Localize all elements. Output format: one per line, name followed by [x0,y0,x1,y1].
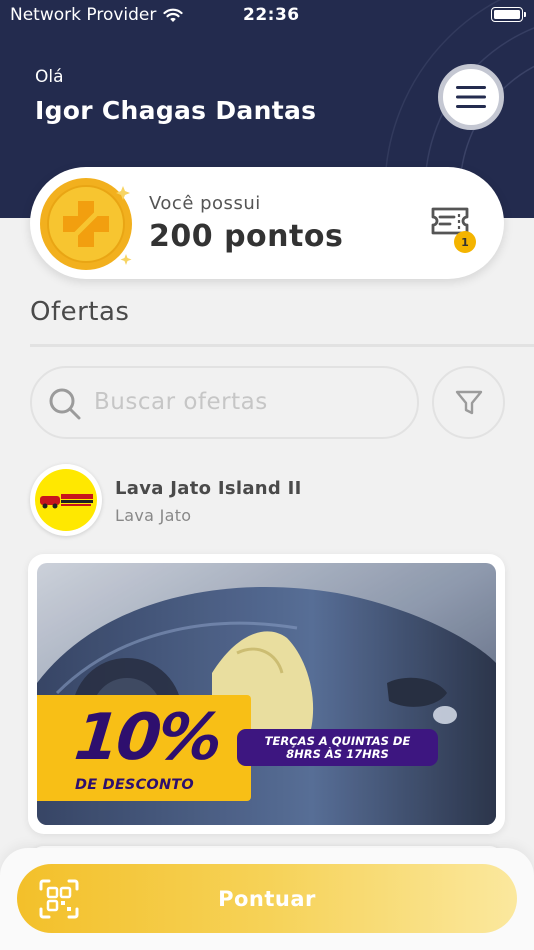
wifi-icon [163,8,183,22]
store-header[interactable]: Lava Jato Island II Lava Jato [30,464,504,538]
offers-title: Ofertas [30,297,130,327]
schedule-line-1: TERÇAS A QUINTAS DE [264,733,411,748]
schedule-line-2: 8HRS ÀS 17HRS [286,746,389,761]
section-divider [30,344,534,347]
status-left: Network Provider [10,5,183,25]
pontuar-label: Pontuar [218,886,316,911]
filter-button[interactable] [432,366,505,439]
status-time: 22:36 [243,5,300,25]
search-field[interactable] [30,366,419,439]
points-label: Você possui [149,193,261,214]
status-bar: Network Provider 22:36 [0,0,534,30]
filter-icon [455,390,482,414]
offer-banner: 10% DE DESCONTO TERÇAS A QUINTAS DE 8HRS… [37,563,496,825]
points-value: 200 pontos [149,219,344,254]
search-icon [49,388,81,420]
store-category: Lava Jato [115,506,192,525]
points-card[interactable]: Você possui 200 pontos 1 [30,167,504,279]
greeting-text: Olá [35,67,64,87]
ticket-count-badge: 1 [454,231,476,253]
qr-code-icon [39,879,79,919]
menu-icon [456,86,486,108]
car-wash-logo [40,494,93,509]
carrier-name: Network Provider [10,5,157,25]
schedule-badge: TERÇAS A QUINTAS DE 8HRS ÀS 17HRS [237,729,438,766]
ticket-button[interactable]: 1 [428,205,480,255]
store-name: Lava Jato Island II [115,478,302,499]
store-logo [30,464,102,536]
menu-button[interactable] [438,64,504,130]
offer-card[interactable]: 10% DE DESCONTO TERÇAS A QUINTAS DE 8HRS… [28,554,505,834]
discount-label: DE DESCONTO [75,777,194,793]
discount-badge: 10% DE DESCONTO [37,695,251,801]
store-logo-art [35,469,97,531]
discount-value: 10% [71,701,224,775]
user-name: Igor Chagas Dantas [35,96,317,125]
coin-icon [40,178,132,270]
battery-icon [491,7,526,22]
pontuar-button[interactable]: Pontuar [17,864,517,933]
search-input[interactable] [94,382,394,422]
